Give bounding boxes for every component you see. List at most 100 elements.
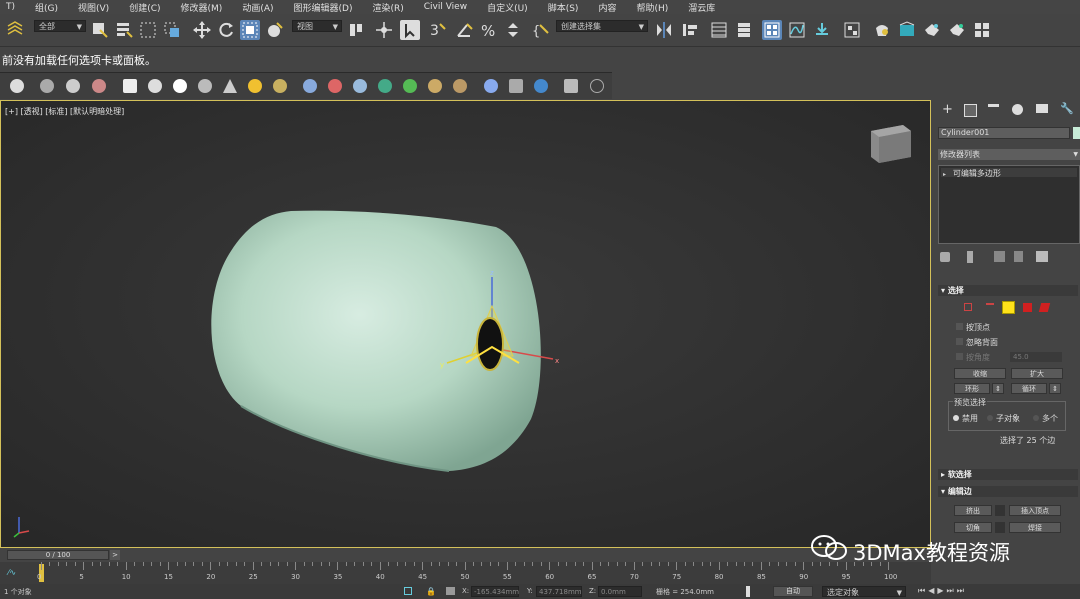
torus-icon[interactable] (273, 79, 287, 93)
soft-selection-rollout-header[interactable]: ▸ 软选择 (938, 469, 1078, 480)
settings-icon[interactable] (564, 79, 578, 93)
snap-3d-icon[interactable]: 3 (428, 20, 448, 40)
selection-rollout-header[interactable]: ▾ 选择 (938, 285, 1078, 296)
insert-vertex-button[interactable]: 插入顶点 (1009, 505, 1061, 516)
auto-key-button[interactable]: 自动 (773, 586, 813, 597)
remove-modifier-icon[interactable] (1014, 251, 1023, 262)
object-name-field[interactable]: Cylinder001 (938, 127, 1070, 139)
edge-mode-icon[interactable] (986, 303, 994, 311)
tripod-icon[interactable] (353, 79, 367, 93)
configure-sets-icon[interactable] (1036, 251, 1048, 262)
modify-tab-icon[interactable] (964, 104, 977, 117)
select-manipulate-icon[interactable] (374, 20, 394, 40)
schematic-view-icon[interactable] (842, 20, 862, 40)
time-slider[interactable]: 0 / 100 (7, 550, 109, 560)
angle-snap-icon[interactable] (454, 20, 474, 40)
named-selection-icon[interactable]: { (531, 20, 551, 40)
ignore-backfacing-checkbox[interactable] (956, 338, 963, 345)
teapot-icon[interactable] (66, 79, 80, 93)
z-coordinate-field[interactable]: 0.0mm (598, 586, 642, 597)
chamfer-settings-button[interactable] (995, 522, 1005, 533)
ring-button[interactable]: 环形 (954, 383, 990, 394)
hierarchy-tab-icon[interactable] (988, 104, 999, 115)
render-region-icon[interactable] (509, 79, 523, 93)
selection-filter-dropdown[interactable]: 全部 ▼ (34, 20, 86, 32)
align-icon[interactable] (680, 20, 700, 40)
help-icon[interactable] (590, 79, 604, 93)
polygon-mode-icon[interactable] (1023, 303, 1032, 312)
render-frame-icon[interactable] (922, 20, 942, 40)
layer-explorer-icon[interactable] (734, 20, 754, 40)
mirror-icon[interactable] (654, 20, 674, 40)
menu-item[interactable]: 溜云库 (688, 1, 715, 14)
next-frame-arrow[interactable]: > (110, 550, 120, 560)
modifier-list-dropdown[interactable]: 修改器列表 ▼ (938, 149, 1080, 160)
camera-icon[interactable] (534, 79, 548, 93)
move-icon[interactable] (192, 20, 212, 40)
percent-snap-icon[interactable]: % (479, 20, 499, 40)
border-mode-icon[interactable] (1002, 301, 1015, 314)
scene-explorer-icon[interactable] (709, 20, 729, 40)
menu-item[interactable]: 脚本(S) (548, 1, 579, 14)
rect-selection-icon[interactable] (138, 20, 158, 40)
pivot-icon[interactable] (346, 20, 366, 40)
absolute-mode-icon[interactable] (446, 587, 455, 595)
grow-button[interactable]: 扩大 (1011, 368, 1063, 379)
render-setup-icon[interactable] (897, 20, 917, 40)
grid-tool-icon[interactable] (972, 20, 992, 40)
hair-icon[interactable] (428, 79, 442, 93)
scene-icon[interactable] (40, 79, 54, 93)
loop-button[interactable]: 循环 (1011, 383, 1047, 394)
object-icon[interactable] (92, 79, 106, 93)
object-color-swatch[interactable] (1073, 127, 1080, 139)
lock-icon[interactable]: 🔒 (426, 587, 436, 596)
time-tag-marker[interactable] (746, 586, 750, 597)
menu-item[interactable]: 自定义(U) (487, 1, 528, 14)
menu-item[interactable]: 视图(V) (78, 1, 109, 14)
render-production-icon[interactable] (947, 20, 967, 40)
menu-item[interactable]: 图形编辑器(D) (294, 1, 353, 14)
motion-tab-icon[interactable] (1012, 104, 1023, 115)
space-warp-icon[interactable] (378, 79, 392, 93)
preview-subobj-radio[interactable] (987, 415, 993, 421)
key-filter-dropdown[interactable]: 选定对象 ▼ (822, 586, 906, 597)
viewport-label[interactable]: [+] [透视] [标准] [默认明暗处理] (5, 106, 124, 117)
keyboard-shortcut-override-icon[interactable] (400, 20, 420, 40)
scale-icon[interactable] (240, 20, 260, 40)
by-angle-checkbox[interactable] (956, 353, 963, 360)
show-end-result-icon[interactable] (967, 251, 973, 263)
pin-stack-icon[interactable] (940, 252, 950, 262)
y-coordinate-field[interactable]: 437.718mm (536, 586, 582, 597)
utilities-tab-icon[interactable]: 🔧 (1060, 102, 1074, 115)
perspective-viewport[interactable]: z x y (0, 100, 931, 548)
menu-item[interactable]: 渲染(R) (372, 1, 403, 14)
select-by-name-icon[interactable] (114, 20, 134, 40)
box-icon[interactable] (123, 79, 137, 93)
extrude-settings-button[interactable] (995, 505, 1005, 516)
loop-spinner[interactable]: ⇕ (1049, 383, 1061, 394)
menu-item[interactable]: 内容 (598, 1, 616, 14)
reference-coordinate-dropdown[interactable]: 视图 ▼ (292, 20, 342, 32)
curve-editor-icon[interactable] (787, 20, 807, 40)
layers-icon[interactable] (5, 20, 25, 40)
helper-icon[interactable] (328, 79, 342, 93)
weld-button[interactable]: 焊接 (1009, 522, 1061, 533)
create-tab-icon[interactable]: + (942, 102, 953, 117)
make-unique-icon[interactable] (994, 251, 1005, 262)
isolate-icon[interactable] (404, 587, 412, 595)
edit-edges-rollout-header[interactable]: ▾ 编辑边 (938, 486, 1078, 497)
playback-controls[interactable]: ⏮◀▶⏭⏭ (918, 586, 1036, 597)
menu-item[interactable]: Civil View (424, 2, 467, 12)
shrink-button[interactable]: 收缩 (954, 368, 1006, 379)
plant-icon[interactable] (403, 79, 417, 93)
preview-multi-radio[interactable] (1033, 415, 1039, 421)
stack-item[interactable]: ▸ 可编辑多边形 (941, 168, 1077, 178)
sphere-icon[interactable] (173, 79, 187, 93)
cone-icon[interactable] (223, 79, 237, 93)
place-icon[interactable] (265, 20, 285, 40)
menu-item[interactable]: 组(G) (35, 1, 58, 14)
ring-spinner[interactable]: ⇕ (992, 383, 1004, 394)
track-bar[interactable]: ⁄∿ 0 5 10 15 20 25 30 35 40 45 50 55 60 65 70 75 80 85 90 9… (0, 562, 931, 584)
select-object-icon[interactable] (90, 20, 110, 40)
angle-spinner[interactable]: 45.0 (1010, 352, 1062, 362)
